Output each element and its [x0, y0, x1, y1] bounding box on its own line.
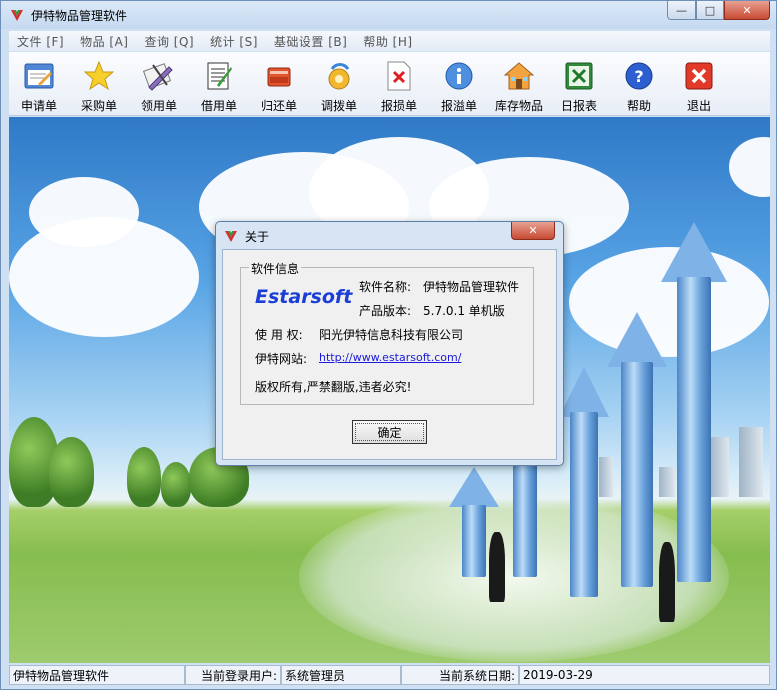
maximize-button[interactable]: □	[696, 1, 724, 20]
status-date-label: 当前系统日期:	[401, 665, 519, 685]
menu-bar: 文件 [F] 物品 [A] 查询 [Q] 统计 [S] 基础设置 [B] 帮助 …	[9, 31, 770, 51]
toolbar-transfer-label: 调拨单	[320, 99, 357, 113]
toolbar: 申请单 采购单 领用单 借用单 归还单 调拨单 报损单 报溢单 库存物品 日报表…	[9, 52, 770, 116]
main-window: 伊特物品管理软件 — □ ✕ 文件 [F] 物品 [A] 查询 [Q] 统计 […	[0, 0, 777, 690]
toolbar-damage-button[interactable]: 报损单	[369, 52, 429, 116]
toolbar-borrow-button[interactable]: 借用单	[189, 52, 249, 116]
menu-help[interactable]: 帮助 [H]	[355, 33, 420, 50]
toolbar-request-button[interactable]: 申请单	[9, 52, 69, 116]
tree	[49, 437, 94, 507]
toolbar-daily-report-label: 日报表	[560, 99, 597, 113]
status-bar: 伊特物品管理软件 当前登录用户: 系统管理员 当前系统日期: 2019-03-2…	[9, 665, 770, 685]
toolbar-overflow-button[interactable]: 报溢单	[429, 52, 489, 116]
estarsoft-logo: Estarsoft	[255, 286, 353, 308]
toolbar-exit-button[interactable]: 退出	[669, 52, 729, 116]
close-button[interactable]: ✕	[724, 1, 770, 20]
status-app-name: 伊特物品管理软件	[9, 665, 185, 685]
software-name-label: 软件名称:	[359, 280, 412, 294]
toolbar-daily-report-button[interactable]: 日报表	[549, 52, 609, 116]
growth-arrow-graphic	[661, 222, 727, 582]
request-form-icon	[23, 60, 55, 92]
website-label: 伊特网站:	[255, 352, 308, 366]
toolbar-help-label: 帮助	[626, 99, 651, 113]
building	[739, 427, 763, 497]
website-link[interactable]: http://www.estarsoft.com/	[319, 351, 461, 364]
exit-icon	[683, 60, 715, 92]
close-icon: ✕	[528, 224, 538, 237]
toolbar-exit-label: 退出	[686, 99, 711, 113]
notebook-icon	[203, 60, 235, 92]
app-logo-icon	[225, 231, 237, 242]
toolbar-help-button[interactable]: ? 帮助	[609, 52, 669, 116]
software-name-value: 伊特物品管理软件	[423, 280, 520, 294]
minimize-button[interactable]: —	[667, 1, 696, 20]
dialog-body: 软件信息 Estarsoft 软件名称: 伊特物品管理软件 产品版本: 5.7.…	[222, 249, 557, 460]
toolbar-return-label: 归还单	[260, 99, 297, 113]
version-value: 5.7.0.1 单机版	[423, 304, 505, 318]
maximize-icon: □	[704, 3, 716, 17]
status-date-value: 2019-03-29	[519, 665, 770, 685]
svg-text:?: ?	[634, 67, 643, 86]
license-label: 使 用 权:	[255, 328, 303, 342]
title-bar: 伊特物品管理软件 — □ ✕	[1, 1, 776, 29]
menu-items[interactable]: 物品 [A]	[72, 33, 136, 50]
toolbar-request-label: 申请单	[20, 99, 57, 113]
toolbar-borrow-label: 借用单	[200, 99, 237, 113]
pen-tools-icon	[143, 60, 175, 92]
dialog-title-bar: 关于 ✕	[216, 222, 563, 248]
star-icon	[83, 60, 115, 92]
businessman-silhouette	[489, 532, 505, 602]
status-user-label: 当前登录用户:	[185, 665, 281, 685]
cloud	[9, 217, 199, 337]
window-title: 伊特物品管理软件	[31, 9, 128, 23]
minimize-icon: —	[676, 3, 687, 17]
toolbar-purchase-label: 采购单	[80, 99, 117, 113]
cloud	[729, 137, 770, 197]
info-icon	[443, 60, 475, 92]
house-icon	[503, 60, 535, 92]
dialog-close-button[interactable]: ✕	[511, 222, 555, 240]
book-return-icon	[263, 60, 295, 92]
growth-arrow-graphic	[607, 312, 667, 587]
about-dialog: 关于 ✕ 软件信息 Estarsoft 软件名称: 伊特物品管理软件 产品版本:…	[215, 221, 564, 466]
tree	[161, 462, 191, 507]
toolbar-requisition-button[interactable]: 领用单	[129, 52, 189, 116]
software-info-group: 软件信息 Estarsoft 软件名称: 伊特物品管理软件 产品版本: 5.7.…	[240, 260, 534, 405]
menu-file[interactable]: 文件 [F]	[9, 33, 72, 50]
menu-query[interactable]: 查询 [Q]	[136, 33, 202, 50]
status-user-value: 系统管理员	[281, 665, 401, 685]
license-value: 阳光伊特信息科技有限公司	[319, 328, 464, 342]
toolbar-overflow-label: 报溢单	[440, 99, 477, 113]
transfer-icon	[323, 60, 355, 92]
toolbar-purchase-button[interactable]: 采购单	[69, 52, 129, 116]
excel-icon	[563, 60, 595, 92]
menu-statistics[interactable]: 统计 [S]	[202, 33, 266, 50]
close-icon: ✕	[742, 3, 752, 17]
businessman-silhouette	[659, 542, 675, 622]
toolbar-inventory-button[interactable]: 库存物品	[489, 52, 549, 116]
growth-arrow-graphic	[559, 367, 609, 597]
copyright-notice: 版权所有,严禁翻版,违者必究!	[255, 380, 412, 394]
version-label: 产品版本:	[359, 304, 412, 318]
ok-button[interactable]: 确定	[352, 420, 427, 444]
help-icon: ?	[623, 60, 655, 92]
toolbar-requisition-label: 领用单	[140, 99, 177, 113]
dialog-title: 关于	[245, 230, 270, 244]
toolbar-transfer-button[interactable]: 调拨单	[309, 52, 369, 116]
toolbar-damage-label: 报损单	[380, 99, 417, 113]
group-title: 软件信息	[249, 260, 302, 277]
toolbar-return-button[interactable]: 归还单	[249, 52, 309, 116]
tree	[127, 447, 161, 507]
damage-document-icon	[383, 60, 415, 92]
menu-basic-settings[interactable]: 基础设置 [B]	[266, 33, 355, 50]
app-logo-icon	[11, 10, 23, 21]
toolbar-inventory-label: 库存物品	[494, 99, 543, 113]
